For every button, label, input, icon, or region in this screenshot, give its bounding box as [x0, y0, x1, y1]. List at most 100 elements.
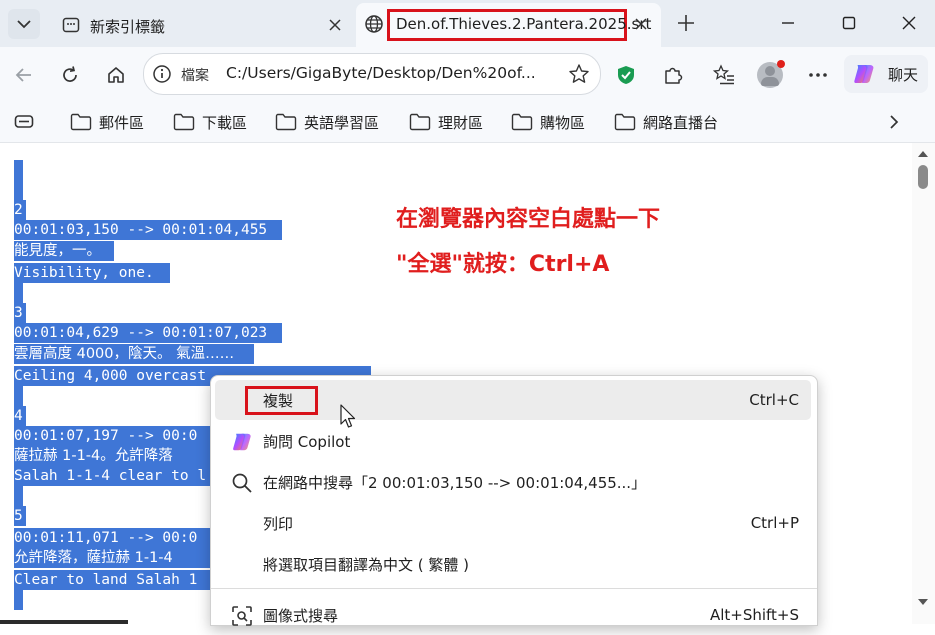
subtitle-timecode: 00:01:04,629 --> 00:01:07,023 — [14, 323, 282, 343]
close-icon — [902, 16, 916, 30]
selection-blank-line — [14, 486, 23, 506]
menu-item-ask-copilot[interactable]: 詢問 Copilot — [215, 421, 811, 461]
subtitle-english: Clear to land Salah 1 — [14, 570, 210, 590]
favorites-bar: 郵件區 下載區 英語學習區 理財區 購物區 網路直播台 — [0, 103, 935, 143]
favorite-folder-english[interactable]: 英語學習區 — [275, 109, 379, 135]
home-button[interactable] — [100, 59, 132, 91]
scrollbar-thumb[interactable] — [918, 165, 928, 189]
menu-item-translate[interactable]: 將選取項目翻譯為中文 ( 繁體 ) — [215, 544, 811, 584]
maximize-button[interactable] — [836, 10, 862, 36]
chevron-right-icon[interactable] — [888, 114, 900, 130]
back-button[interactable] — [8, 59, 40, 91]
avatar — [757, 60, 785, 88]
subtitle-chinese: 雲層高度 4000，陰天。 氣溫…… — [14, 344, 254, 364]
menu-item-print[interactable]: 列印 Ctrl+P — [215, 503, 811, 543]
menu-item-web-search[interactable]: 在網路中搜尋「2 00:01:03,150 --> 00:01:04,455..… — [215, 462, 811, 502]
refresh-button[interactable] — [54, 59, 86, 91]
subtitle-timecode: 00:01:07,197 --> 00:0 — [14, 426, 210, 446]
folder-icon — [275, 113, 297, 131]
selection-blank-line — [14, 283, 23, 303]
tab-title: Den.of.Thieves.2.Pantera.2025.srt — [396, 15, 652, 33]
info-icon[interactable] — [152, 64, 172, 84]
toolbar: 檔案 C:/Users/GigaByte/Desktop/Den%20of...… — [0, 47, 935, 103]
taskbar-sliver — [0, 620, 128, 624]
favorite-label: 理財區 — [438, 113, 484, 132]
favorite-folder-downloads[interactable]: 下載區 — [173, 109, 247, 135]
favorite-folder-mail[interactable]: 郵件區 — [70, 109, 144, 135]
scroll-down-arrow-icon[interactable] — [917, 598, 929, 606]
menu-item-shortcut: Alt+Shift+S — [709, 606, 799, 624]
new-tab-plus-icon[interactable] — [676, 13, 696, 33]
favorite-folder-shopping[interactable]: 購物區 — [511, 109, 585, 135]
puzzle-icon — [665, 67, 683, 84]
subtitle-english: Visibility, one. — [14, 263, 170, 283]
back-arrow-icon — [15, 68, 31, 82]
annotation-line-2: "全選"就按：Ctrl+A — [396, 252, 610, 277]
star-icon[interactable] — [568, 63, 590, 85]
collections-icon[interactable] — [14, 113, 34, 131]
profile-button[interactable] — [754, 59, 786, 91]
subtitle-chinese: 允許降落，薩拉赫 1-1-4 — [14, 548, 210, 568]
subtitle-index: 5 — [14, 506, 26, 526]
favorites-list-icon — [713, 64, 734, 85]
globe-icon — [365, 15, 383, 33]
subtitle-timecode: 00:01:11,071 --> 00:0 — [14, 528, 210, 548]
settings-more-button[interactable] — [802, 59, 834, 91]
chat-label: 聊天 — [888, 66, 919, 84]
selection-blank-line — [14, 386, 23, 406]
minimize-button[interactable] — [775, 10, 801, 36]
folder-icon — [173, 113, 195, 131]
favorite-folder-finance[interactable]: 理財區 — [409, 109, 483, 135]
favorite-label: 英語學習區 — [304, 113, 380, 132]
menu-item-label: 將選取項目翻譯為中文 ( 繁體 ) — [263, 555, 470, 574]
address-bar[interactable]: 檔案 C:/Users/GigaByte/Desktop/Den%20of... — [143, 53, 601, 95]
menu-item-label: 詢問 Copilot — [263, 432, 351, 451]
refresh-icon — [63, 66, 77, 82]
selection-blank-line — [14, 160, 23, 180]
close-icon[interactable] — [328, 18, 342, 32]
context-menu: 複製 Ctrl+C 詢問 Copilot 在網路中搜尋「2 00:01:03,1… — [210, 375, 818, 626]
scroll-up-arrow-icon[interactable] — [917, 150, 929, 158]
subtitle-timecode: 00:01:03,150 --> 00:01:04,455 — [14, 220, 282, 240]
folder-icon — [70, 113, 92, 131]
folder-icon — [511, 113, 533, 131]
menu-divider — [211, 588, 817, 589]
subtitle-chinese: 薩拉赫 1-1-4。允許降落 — [14, 446, 210, 466]
notification-dot — [777, 60, 785, 68]
close-icon[interactable] — [634, 17, 648, 31]
tab-strip: 新索引標籤 Den.of.Thieves.2.Pantera.2025.srt — [0, 0, 935, 47]
copilot-chat-button[interactable]: 聊天 — [844, 55, 928, 93]
close-window-button[interactable] — [896, 10, 922, 36]
tab-active-srt[interactable]: Den.of.Thieves.2.Pantera.2025.srt — [356, 3, 661, 47]
copilot-icon — [233, 433, 251, 451]
menu-item-label: 複製 — [263, 391, 294, 410]
selection-blank-line — [14, 590, 23, 610]
favorite-label: 下載區 — [202, 113, 248, 132]
favorite-folder-live[interactable]: 網路直播台 — [614, 109, 718, 135]
vertical-scrollbar[interactable] — [912, 143, 935, 624]
more-horizontal-icon — [809, 73, 827, 77]
favorites-button[interactable] — [708, 59, 740, 91]
shield-icon — [618, 66, 634, 84]
extensions-button[interactable] — [657, 59, 689, 91]
copilot-icon — [854, 65, 874, 83]
tab-new-tab[interactable]: 新索引標籤 — [50, 8, 355, 47]
minimize-icon — [782, 22, 794, 24]
tab-actions-button[interactable] — [8, 9, 40, 39]
menu-item-visual-search[interactable]: 圖像式搜尋 Alt+Shift+S — [215, 595, 811, 635]
menu-item-copy[interactable]: 複製 Ctrl+C — [215, 380, 811, 428]
new-tab-page-icon — [62, 17, 80, 33]
favorite-label: 購物區 — [540, 113, 586, 132]
subtitle-index: 4 — [14, 406, 26, 426]
annotation-line-1: 在瀏覽器內容空白處點一下 — [396, 207, 661, 232]
subtitle-english: Salah 1-1-4 clear to l — [14, 466, 210, 486]
browser-essentials-button[interactable] — [610, 59, 642, 91]
favorite-label: 郵件區 — [99, 113, 145, 132]
address-scheme-label: 檔案 — [181, 68, 209, 84]
maximize-icon — [842, 16, 856, 30]
menu-item-label: 圖像式搜尋 — [263, 606, 339, 625]
selection-blank-line — [14, 180, 23, 200]
address-url[interactable]: C:/Users/GigaByte/Desktop/Den%20of... — [226, 64, 536, 82]
menu-item-shortcut: Ctrl+C — [749, 391, 799, 409]
subtitle-index: 3 — [14, 303, 26, 323]
